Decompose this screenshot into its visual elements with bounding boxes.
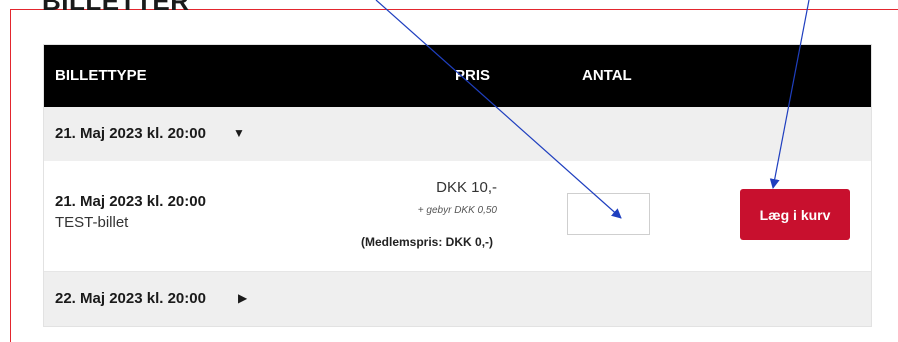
frame-left-border: [10, 9, 11, 342]
header-ticket-type: BILLETTYPE: [55, 67, 147, 84]
ticket-row: 21. Maj 2023 kl. 20:00 TEST-billet DKK 1…: [44, 161, 871, 271]
header-quantity: ANTAL: [582, 67, 632, 84]
ticket-name: TEST-billet: [55, 214, 129, 231]
ticket-fee: + gebyr DKK 0,50: [417, 205, 497, 216]
header-price: PRIS: [455, 67, 491, 84]
ticket-price: DKK 10,-: [436, 179, 497, 196]
quantity-input[interactable]: [567, 193, 650, 235]
member-price: (Medlemspris: DKK 0,-): [361, 235, 494, 249]
ticket-date: 21. Maj 2023 kl. 20:00: [55, 193, 206, 210]
section-heading: BILLETTER: [42, 0, 190, 16]
date-group-label: 21. Maj 2023 kl. 20:00: [55, 125, 206, 142]
ticket-table: BILLETTYPE PRIS ANTAL 21. Maj 2023 kl. 2…: [43, 44, 872, 327]
add-to-cart-button[interactable]: Læg i kurv: [740, 189, 850, 240]
date-group-toggle[interactable]: 21. Maj 2023 kl. 20:00 ▼: [44, 107, 871, 161]
table-header: BILLETTYPE PRIS ANTAL: [44, 45, 871, 107]
triangle-down-icon[interactable]: ▼: [233, 126, 245, 140]
date-group-label: 22. Maj 2023 kl. 20:00: [55, 290, 206, 307]
triangle-right-icon[interactable]: ▶: [238, 291, 247, 305]
date-group-toggle[interactable]: 22. Maj 2023 kl. 20:00 ▶: [44, 271, 871, 326]
